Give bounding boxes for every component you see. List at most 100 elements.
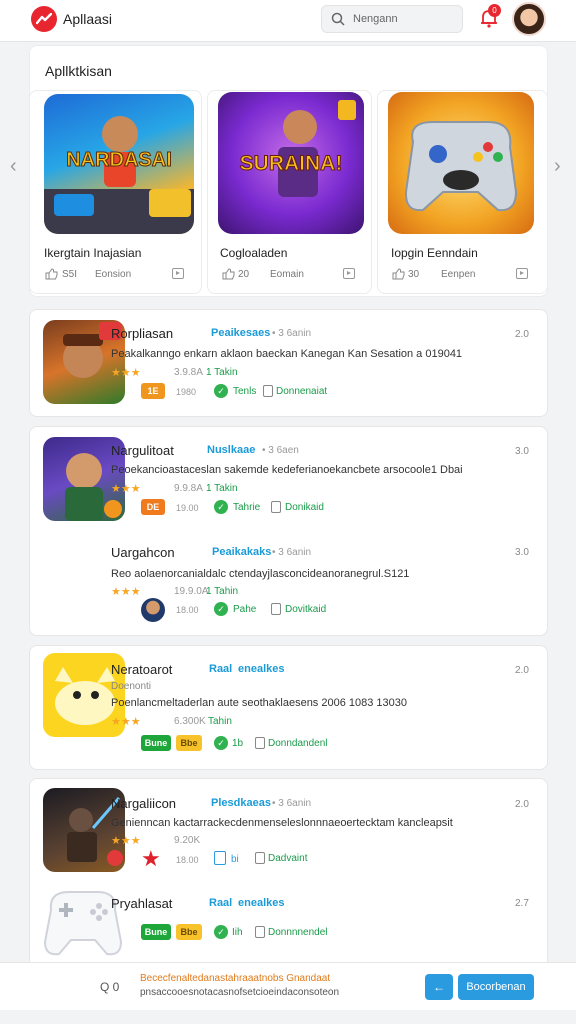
thumbs-up-icon xyxy=(222,268,235,280)
download-box-icon[interactable] xyxy=(271,603,281,615)
play-icon[interactable] xyxy=(516,268,528,279)
featured-card[interactable] xyxy=(377,90,548,294)
app-name: Pryahlasat xyxy=(111,896,173,911)
featured-count: 30 xyxy=(408,269,420,280)
featured-name: Iopgin Eenndain xyxy=(391,246,478,260)
app-title: Apllaasi xyxy=(63,11,113,27)
app-status: Tenls xyxy=(233,386,257,397)
featured-art: NARDASAI xyxy=(44,94,194,234)
app-tag: Raal xyxy=(209,663,233,675)
rating-value: 9.20K xyxy=(174,835,201,846)
download-count: Tahin xyxy=(208,716,232,727)
badge-pill: Bune xyxy=(141,735,171,751)
featured-count: 20 xyxy=(238,269,250,280)
app-logo-icon[interactable] xyxy=(31,6,57,32)
badge-pill: DE xyxy=(141,499,165,515)
featured-title: Apllktkisan xyxy=(45,63,112,79)
app-size: 3.0 xyxy=(515,446,529,457)
app-size: 2.0 xyxy=(515,665,529,676)
featured-art xyxy=(388,92,534,234)
app-count: 18.00 xyxy=(176,855,199,865)
app-name: Nargulitoat xyxy=(111,443,174,458)
app-status: 1b xyxy=(232,738,244,749)
carousel-prev-icon[interactable]: ‹ xyxy=(10,155,17,178)
app-name: Nargaliicon xyxy=(111,796,177,811)
download-button[interactable]: Donnnnendel xyxy=(268,927,328,938)
app-tag: Raal xyxy=(209,897,233,909)
download-box-icon[interactable] xyxy=(263,385,273,397)
featured-name: Cogloaladen xyxy=(220,246,288,260)
download-box-icon[interactable] xyxy=(255,926,265,938)
app-meta: • 3 6anin xyxy=(272,547,312,558)
app-description: Reo aolaenorcanialdalc ctendayjlasconcid… xyxy=(111,568,410,580)
primary-action-button[interactable]: Bocorbenan xyxy=(458,974,534,1000)
search-input[interactable]: Nengann xyxy=(321,5,463,33)
bottom-submessage: pnsaccooesnotacasnofsetcioeindaconsoteon xyxy=(140,987,340,998)
featured-card[interactable]: NARDASAI xyxy=(29,90,202,294)
app-tag: Peaikesaes xyxy=(211,327,271,339)
app-tag: Nuslkaae xyxy=(207,444,256,456)
download-button[interactable]: Dadvaint xyxy=(268,853,307,864)
featured-art-text: SURAINA! xyxy=(240,152,343,175)
app-count: 18.00 xyxy=(176,605,199,615)
download-button[interactable]: Dovitkaid xyxy=(285,604,326,615)
app-count: 1980 xyxy=(176,387,197,397)
app-count: 19.00 xyxy=(176,503,199,513)
app-status: Tahrie xyxy=(233,502,261,513)
download-button[interactable]: Donndandenl xyxy=(268,738,328,749)
download-box-icon[interactable] xyxy=(255,852,265,864)
download-box-icon[interactable] xyxy=(271,501,281,513)
featured-type: Eonsion xyxy=(95,269,132,280)
app-meta: • 3 6anin xyxy=(272,798,312,809)
check-icon: ✓ xyxy=(214,384,228,398)
app-tag: Plesdkaeas xyxy=(211,797,271,809)
download-button[interactable]: Donikaid xyxy=(285,502,324,513)
app-status: Pahe xyxy=(233,604,257,615)
featured-art: SURAINA! xyxy=(218,92,364,234)
download-count: 1 Takin xyxy=(206,367,238,378)
app-status: Iih xyxy=(232,927,243,938)
search-icon xyxy=(331,12,345,26)
app-size: 3.0 xyxy=(515,547,529,558)
play-icon[interactable] xyxy=(172,268,184,279)
thumbs-up-icon xyxy=(45,268,58,280)
app-description: Genienncan kactarrackecdenmenseleslonnna… xyxy=(111,817,453,829)
featured-art-text: NARDASAI xyxy=(66,149,172,171)
app-name: Rorpliasan xyxy=(111,326,174,341)
check-icon: ✓ xyxy=(214,602,228,616)
back-arrow-button[interactable]: ← xyxy=(425,974,453,1000)
check-icon: ✓ xyxy=(214,736,228,750)
user-avatar[interactable] xyxy=(512,2,546,36)
play-icon[interactable] xyxy=(343,268,355,279)
search-icon[interactable]: Q 0 xyxy=(100,980,119,994)
gamepad-icon xyxy=(404,121,518,212)
check-icon: ✓ xyxy=(214,925,228,939)
rating-stars-icon: ★★★ xyxy=(111,586,141,598)
app-description: Peoekancioastaceslan sakemde kedeferiano… xyxy=(111,464,463,476)
app-description: Peakalkanngo enkarn aklaon baeckan Kaneg… xyxy=(111,348,463,360)
star-badge-icon: ★ xyxy=(141,846,161,871)
bottom-action-bar: Q 0 Bececfenaltedanastahraaatnobs Gnanda… xyxy=(0,962,576,1010)
badge-pill: Bbe xyxy=(176,924,202,940)
app-size: 2.7 xyxy=(515,898,529,909)
app-description: Poenlancmeltaderlan aute seothaklaesens … xyxy=(111,697,408,709)
small-avatar xyxy=(141,598,165,622)
rating-value: 3.9.8A xyxy=(174,367,203,378)
app-name: Neratoarot xyxy=(111,662,173,677)
app-note: Doenonti xyxy=(111,681,152,692)
rating-stars-icon: ★★★ xyxy=(111,483,141,495)
rating-stars-icon: ★★★ xyxy=(111,367,141,379)
download-box-icon[interactable] xyxy=(255,737,265,749)
app-size: 2.0 xyxy=(515,329,529,340)
notification-badge: 0 xyxy=(488,4,501,17)
featured-type: Eomain xyxy=(270,269,304,280)
carousel-next-icon[interactable]: › xyxy=(554,155,561,178)
app-name: Uargahcon xyxy=(111,545,175,560)
app-size: 2.0 xyxy=(515,799,529,810)
featured-card[interactable]: SURAINA! xyxy=(207,90,372,294)
rating-value: 6.300K xyxy=(174,716,206,727)
app-tag-secondary: enealkes xyxy=(238,663,285,675)
download-button[interactable]: Donnenaiat xyxy=(276,386,327,397)
app-tag-secondary: enealkes xyxy=(238,897,285,909)
rating-stars-icon: ★★★ xyxy=(111,716,141,728)
